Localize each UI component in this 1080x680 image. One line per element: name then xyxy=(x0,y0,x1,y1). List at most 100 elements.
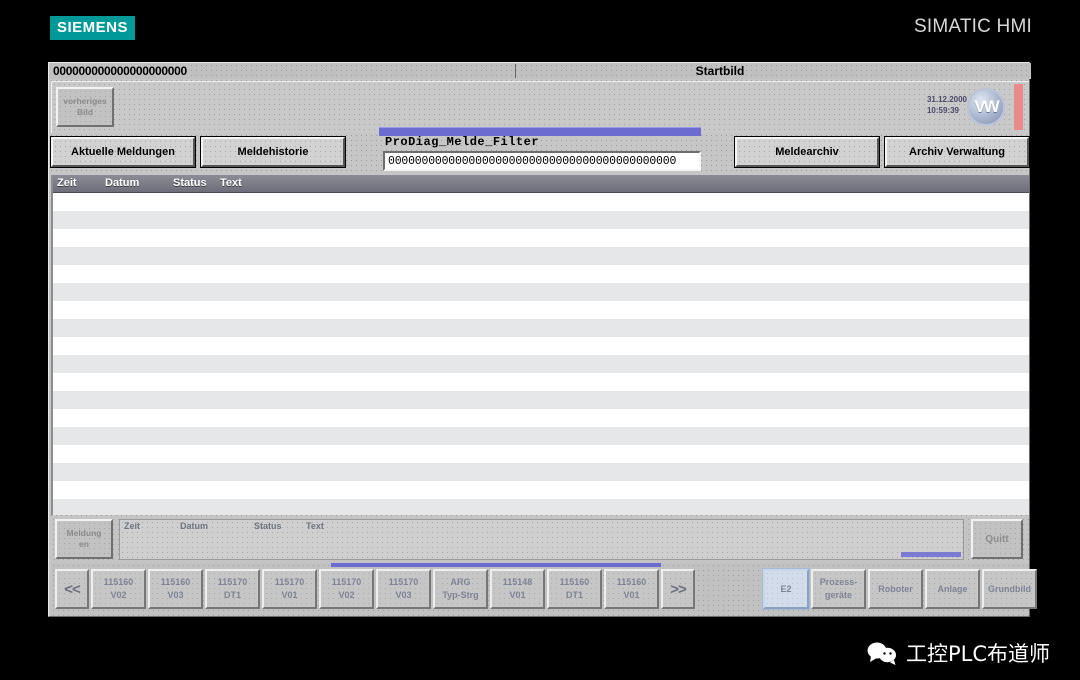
fk-grundbild[interactable]: Grundbild xyxy=(982,569,1037,609)
fk-roboter[interactable]: Roboter xyxy=(868,569,923,609)
table-row[interactable] xyxy=(53,229,1029,247)
prodiag-filter-legend: ProDiag_Melde_Filter xyxy=(385,135,540,149)
table-row[interactable] xyxy=(53,445,1029,463)
fk-label-line1: Anlage xyxy=(937,583,968,594)
table-row[interactable] xyxy=(53,499,1029,515)
fk-label-line1: 115170 xyxy=(388,577,419,587)
page-title: Startbild xyxy=(695,64,745,78)
acknowledge-button[interactable]: Quitt xyxy=(971,519,1023,559)
table-row[interactable] xyxy=(53,427,1029,445)
fk-label-line1: 115160 xyxy=(559,577,590,587)
mini-column-header-status: Status xyxy=(254,521,282,531)
fk-label-line1: Prozess- xyxy=(819,577,858,587)
table-row[interactable] xyxy=(53,409,1029,427)
nav-button-meldehistorie[interactable]: Meldehistorie xyxy=(200,136,346,168)
nav-label: Meldehistorie xyxy=(237,146,309,158)
nav-button-meldearchiv[interactable]: Meldearchiv xyxy=(734,136,880,168)
fk-label-line2: V03 xyxy=(167,590,184,600)
table-row[interactable] xyxy=(53,481,1029,499)
column-header-status: Status xyxy=(173,177,207,189)
table-row[interactable] xyxy=(53,265,1029,283)
fk-label-line2: V02 xyxy=(338,590,355,600)
page-next[interactable]: >> xyxy=(661,569,695,609)
hmi-top-bar: SIEMENS SIMATIC HMI xyxy=(0,0,1080,56)
prodiag-filter-group: ProDiag_Melde_Filter 0000000000000000000… xyxy=(377,135,707,177)
column-header-text: Text xyxy=(220,177,242,189)
fk-e2[interactable]: E2 xyxy=(762,568,810,610)
table-row[interactable] xyxy=(53,247,1029,265)
fk-115160-v03[interactable]: 115160 V03 xyxy=(148,569,203,609)
fk-label-line2: V03 xyxy=(395,590,412,600)
fk-label-line1: ARG xyxy=(450,577,471,587)
fk-115170-dt1[interactable]: 115170 DT1 xyxy=(205,569,260,609)
previous-image-button[interactable]: vorheriges Bild xyxy=(56,87,114,127)
fk-115170-v03[interactable]: 115170 V03 xyxy=(376,569,431,609)
table-row[interactable] xyxy=(53,193,1029,211)
fk-label-line2: DT1 xyxy=(565,590,583,600)
fk-label-line2: geräte xyxy=(824,590,852,600)
hmi-main-panel: 000000000000000000000 Startbild vorherig… xyxy=(48,62,1037,617)
prodiag-filter-input[interactable]: 0000000000000000000000000000000000000000… xyxy=(383,151,701,171)
fk-label-line2: V02 xyxy=(110,590,127,600)
fk-label-line1: 115170 xyxy=(274,577,305,587)
fk-prozessgeraete[interactable]: Prozess-geräte xyxy=(811,569,866,609)
fk-label-line1: 115160 xyxy=(160,577,191,587)
fk-arg-typ-strg[interactable]: ARG Typ-Strg xyxy=(433,569,488,609)
vw-logo-icon: VW xyxy=(967,88,1005,126)
title-strip: 000000000000000000000 Startbild xyxy=(49,63,1031,79)
table-row[interactable] xyxy=(53,355,1029,373)
fk-115160-v02[interactable]: 115160 V02 xyxy=(91,569,146,609)
fk-115170-v01[interactable]: 115170 V01 xyxy=(262,569,317,609)
simatic-hmi-label: SIMATIC HMI xyxy=(914,16,1032,37)
function-key-bar: << 115160 V02 115160 V03 115170 DT1 115170 V01 11… xyxy=(51,563,1037,616)
fk-label-line1: 115160 xyxy=(616,577,647,587)
status-indicator-bar xyxy=(1014,84,1023,130)
alarm-table-body xyxy=(53,193,1029,515)
nav-button-archiv-verwaltung[interactable]: Archiv Verwaltung xyxy=(884,136,1030,168)
fk-label-line1: Grundbild xyxy=(988,583,1031,594)
fk-label-line1: E2 xyxy=(780,583,792,594)
time-value: 10:59:39 xyxy=(926,106,959,115)
previous-image-label-1: vorheriges xyxy=(63,96,107,106)
nav-label: Aktuelle Meldungen xyxy=(71,146,175,158)
table-row[interactable] xyxy=(53,391,1029,409)
message-mini-table[interactable]: Zeit Datum Status Text xyxy=(119,519,964,560)
mini-column-header-datum: Datum xyxy=(180,521,209,531)
mini-table-indicator xyxy=(901,552,961,557)
table-row[interactable] xyxy=(53,463,1029,481)
meldung-label-1: Meldung xyxy=(66,528,102,538)
fk-label-line2: V01 xyxy=(509,590,526,600)
fk-label-line1: 115148 xyxy=(502,577,533,587)
column-header-datum: Datum xyxy=(105,177,140,189)
fk-label-line1: >> xyxy=(670,580,687,598)
watermark: 工控PLC布道师 xyxy=(867,638,1050,668)
watermark-text: 工控PLC布道师 xyxy=(905,642,1050,666)
table-row[interactable] xyxy=(53,337,1029,355)
mini-column-header-zeit: Zeit xyxy=(124,521,141,531)
fk-label-line1: Roboter xyxy=(878,583,913,594)
meldung-button[interactable]: Meldung en xyxy=(55,519,113,559)
status-header-band: vorheriges Bild 31.12.2000 10:59:39 VW xyxy=(51,81,1029,133)
fk-anlage[interactable]: Anlage xyxy=(925,569,980,609)
table-row[interactable] xyxy=(53,373,1029,391)
function-bar-indicator xyxy=(331,563,661,567)
page-prev[interactable]: << xyxy=(55,569,89,609)
alarm-table[interactable]: Zeit Datum Status Text xyxy=(51,175,1029,515)
previous-image-label-2: Bild xyxy=(76,107,94,117)
column-header-zeit: Zeit xyxy=(57,177,77,189)
table-row[interactable] xyxy=(53,301,1029,319)
fk-115148-v01[interactable]: 115148 V01 xyxy=(490,569,545,609)
message-strip: Meldung en Zeit Datum Status Text Quitt xyxy=(51,517,1029,563)
table-row[interactable] xyxy=(53,319,1029,337)
fk-label-line2: Typ-Strg xyxy=(442,590,479,600)
table-row[interactable] xyxy=(53,211,1029,229)
fk-label-line1: << xyxy=(64,580,81,598)
fk-label-line1: 115160 xyxy=(103,577,134,587)
table-row[interactable] xyxy=(53,283,1029,301)
fk-115170-v02[interactable]: 115170 V02 xyxy=(319,569,374,609)
fk-115160-dt1[interactable]: 115160 DT1 xyxy=(547,569,602,609)
nav-button-aktuelle-meldungen[interactable]: Aktuelle Meldungen xyxy=(50,136,196,168)
nav-label: Archiv Verwaltung xyxy=(909,146,1005,158)
fk-115160-v01[interactable]: 115160 V01 xyxy=(604,569,659,609)
fk-label-line2: V01 xyxy=(623,590,640,600)
